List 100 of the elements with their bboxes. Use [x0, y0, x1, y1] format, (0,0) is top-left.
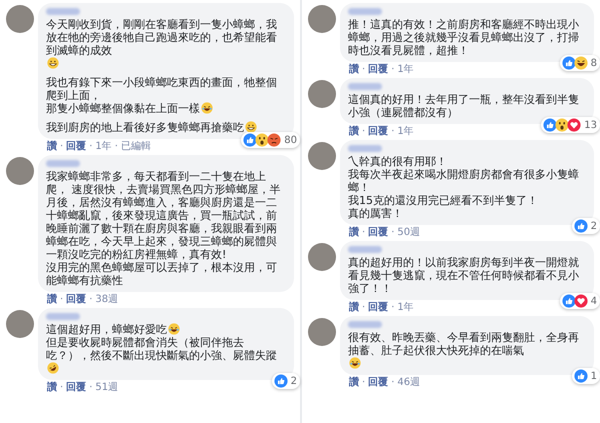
- like-link[interactable]: 讚: [349, 64, 359, 76]
- thumbs-up-icon: [574, 369, 588, 383]
- comment-text: 這個真的好用！去年用了一瓶，整年沒看到半隻小強（連屍體都沒有）: [348, 93, 580, 119]
- separator-dot: ·: [60, 294, 64, 306]
- comment-text: 我15克的還沒用完已經看不到半隻了！: [348, 194, 538, 207]
- timestamp[interactable]: 46週: [397, 377, 420, 389]
- separator-dot: ·: [89, 294, 92, 306]
- reactions-badge[interactable]: 80: [241, 132, 300, 148]
- comment-text: 我到廚房的地上看後好多隻蟑螂再搶藥吃: [46, 121, 244, 134]
- comment-text: 推！這真的有效！之前廚房和客廳經不時出現小蟑螂，用過之後就幾乎沒看見蟑螂出沒了，打掃時也沒看見屍體，超推！: [348, 18, 580, 57]
- comment-text: 很有效、昨晚丟藥、今早看到兩隻翻肚，全身再抽蓄、肚子起伏很大快死掉的在喘氣: [348, 331, 580, 357]
- emoji-icon: [47, 362, 59, 374]
- like-link[interactable]: 讚: [47, 141, 57, 153]
- emoji-icon: [245, 121, 257, 133]
- face-icon: [555, 118, 570, 132]
- like-link[interactable]: 讚: [349, 126, 359, 138]
- separator-dot: ·: [391, 227, 394, 239]
- separator-dot: ·: [362, 377, 366, 389]
- blurred-name: [348, 246, 382, 253]
- separator-dot: ·: [362, 64, 366, 76]
- like-link[interactable]: 讚: [47, 382, 57, 394]
- reaction-count: 13: [584, 118, 597, 132]
- reaction-count: 4: [590, 294, 597, 308]
- separator-dot: ·: [391, 377, 394, 389]
- reply-link[interactable]: 回覆: [368, 126, 388, 138]
- reply-link[interactable]: 回覆: [368, 302, 388, 314]
- reaction-count: 80: [284, 134, 297, 146]
- thumbs-up-icon: [562, 56, 576, 70]
- separator-dot: ·: [89, 382, 92, 394]
- emoji-icon: [168, 323, 180, 335]
- comment-text: 這個超好用，蟑螂好愛吃: [46, 323, 167, 336]
- timestamp[interactable]: 38週: [95, 294, 118, 306]
- emoji-icon: [47, 57, 59, 69]
- timestamp[interactable]: 50週: [397, 227, 420, 239]
- like-link[interactable]: 讚: [349, 227, 359, 239]
- face-icon: [574, 56, 588, 70]
- reactions-badge[interactable]: 8: [560, 55, 600, 71]
- reactions-badge[interactable]: 2: [572, 218, 600, 234]
- separator-dot: ·: [114, 141, 118, 153]
- reply-link[interactable]: 回覆: [368, 377, 388, 389]
- timestamp[interactable]: 51週: [95, 382, 118, 394]
- face-icon: [267, 133, 282, 147]
- reactions-badge[interactable]: 13: [541, 117, 600, 133]
- comment-text: 乀幹真的很有用耶！: [348, 155, 447, 168]
- reply-link[interactable]: 回覆: [368, 64, 388, 76]
- comment-text: 今天剛收到貨，剛剛在客廳看到一隻小蟑螂，我放在牠的旁邊後牠自己跑過來吃的，也希望能看到滅蟑的成效: [46, 18, 278, 57]
- face-icon: [255, 133, 270, 147]
- avatar-circle: [6, 310, 34, 338]
- reply-link[interactable]: 回覆: [368, 227, 388, 239]
- blurred-name: [46, 313, 80, 320]
- thumbs-up-icon: [574, 219, 588, 233]
- avatar-circle: [308, 318, 336, 346]
- thumbs-up-icon: [243, 133, 258, 147]
- reply-link[interactable]: 回覆: [66, 141, 86, 153]
- comment-text: 我家蟑螂非常多，每天都看到一二十隻在地上爬， 速度很快，去賣場買黑色四方形蟑螂屋，半月後，居然沒有蟑螂進入，客廳與廚房還是一二十蟑螂亂竄，後來發現這廣告，買一瓶試試，前晚睡前灑了數十顆在廚房與客廳，我親眼看到兩蟑螂在吃，今天早上起來，發現三蟑螂的屍體與一顆沒吃完的粉紅房裡無蟑，真有效!: [46, 170, 282, 261]
- blurred-name: [46, 8, 80, 15]
- avatar-circle: [308, 243, 336, 271]
- avatar-circle: [6, 5, 34, 33]
- separator-dot: ·: [391, 126, 394, 138]
- thumbs-up-icon: [274, 374, 288, 388]
- blurred-name: [348, 83, 382, 90]
- thumbs-up-icon: [562, 294, 576, 308]
- avatar-circle: [308, 5, 336, 33]
- reactions-badge[interactable]: 4: [560, 293, 600, 309]
- avatar-circle: [6, 157, 34, 185]
- avatar-circle: [308, 80, 336, 108]
- comment-text: 真的厲害！: [348, 207, 403, 220]
- comment-text: 我也有錄下來一小段蟑螂吃東西的畫面，牠整個爬到上面，: [46, 76, 278, 102]
- like-link[interactable]: 讚: [349, 377, 359, 389]
- separator-dot: ·: [60, 382, 64, 394]
- timestamp[interactable]: 1年: [397, 126, 414, 138]
- separator-dot: ·: [362, 302, 366, 314]
- separator-dot: ·: [362, 227, 366, 239]
- separator-dot: ·: [89, 141, 92, 153]
- comment-text: 真的超好用的！以前我家廚房每到半夜一開燈就看見幾十隻逃竄，現在不管任何時候都看不見小強了！！: [348, 256, 580, 295]
- blurred-name: [348, 8, 382, 15]
- edited-label: 已編輯: [120, 141, 151, 153]
- emoji-icon: [349, 357, 361, 369]
- blurred-name: [46, 160, 80, 167]
- like-link[interactable]: 讚: [47, 294, 57, 306]
- reply-link[interactable]: 回覆: [66, 294, 86, 306]
- separator-dot: ·: [60, 141, 64, 153]
- comment-text: 那隻小蟑螂整個像黏在上面一樣: [46, 102, 200, 115]
- separator-dot: ·: [391, 302, 394, 314]
- reactions-badge[interactable]: 1: [572, 368, 600, 384]
- timestamp[interactable]: 1年: [397, 302, 414, 314]
- reaction-count: 8: [590, 56, 597, 70]
- like-link[interactable]: 讚: [349, 302, 359, 314]
- blurred-name: [348, 145, 382, 152]
- separator-dot: ·: [391, 64, 394, 76]
- comment-text: 沒用完的黑色蟑螂屋可以丟掉了，根本沒用，可能蟑螂有抗藥性: [46, 261, 278, 287]
- reply-link[interactable]: 回覆: [66, 382, 86, 394]
- timestamp[interactable]: 1年: [95, 141, 112, 153]
- reaction-count: 2: [290, 374, 297, 388]
- reactions-badge[interactable]: 2: [272, 373, 300, 389]
- comment-text: 我每次半夜起來喝水開燈廚房都會有很多小隻蟑螂！: [348, 168, 580, 194]
- thumbs-up-icon: [543, 118, 558, 132]
- comment-text: 但是要收屍時屍體都會消失（被同伴拖去吃？），然後不斷出現快斷氣的小強、屍體失蹤: [46, 336, 278, 362]
- timestamp[interactable]: 1年: [397, 64, 414, 76]
- separator-dot: ·: [362, 126, 366, 138]
